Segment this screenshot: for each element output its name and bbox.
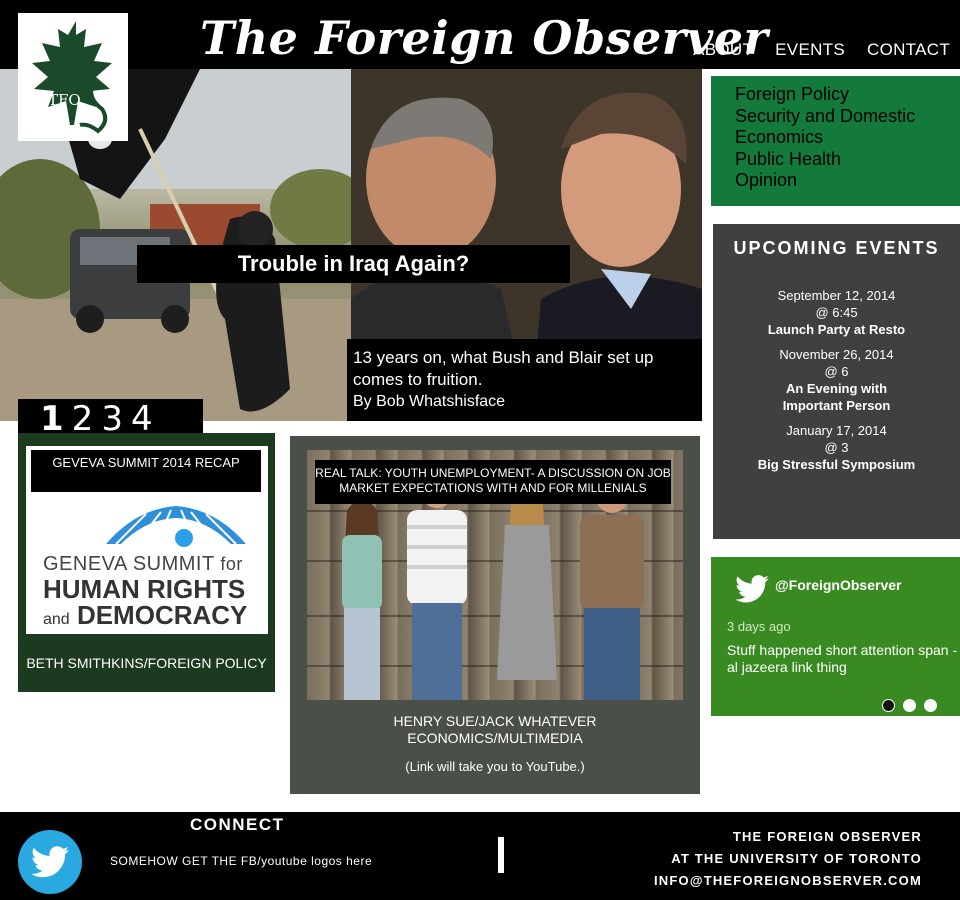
footer-org-name: THE FOREIGN OBSERVER: [732, 829, 922, 844]
event-date: January 17, 2014: [786, 423, 887, 438]
youth-unemployment-image[interactable]: REAL TALK: YOUTH UNEMPLOYMENT- A DISCUSS…: [307, 450, 683, 700]
events-heading: UPCOMING EVENTS: [733, 238, 940, 258]
carousel-dot-1[interactable]: [882, 699, 895, 712]
youth-card-section: ECONOMICS/MULTIMEDIA: [407, 730, 583, 746]
event-title: An Evening with Important Person: [782, 381, 891, 413]
event-time: @ 6:45: [815, 305, 858, 320]
tweet-timestamp: 3 days ago: [727, 619, 791, 634]
youth-card-title[interactable]: REAL TALK: YOUTH UNEMPLOYMENT- A DISCUSS…: [315, 460, 671, 504]
leaf-logo-icon: TFO: [32, 21, 112, 134]
hero-caption-text: 13 years on, what Bush and Blair set up …: [353, 348, 654, 389]
site-header: The Foreign Observer ABOUT EVENTS CONTAC…: [0, 0, 960, 69]
youth-card-authors: HENRY SUE/JACK WHATEVER: [393, 713, 597, 729]
event-title: Launch Party at Resto: [767, 322, 906, 337]
category-security-domestic[interactable]: Security and Domestic: [735, 106, 960, 128]
hero-caption: 13 years on, what Bush and Blair set up …: [347, 339, 702, 421]
main-nav: ABOUT EVENTS CONTACT: [693, 40, 950, 60]
geneva-line3-prefix: and: [43, 611, 70, 628]
logo-text: TFO: [48, 91, 81, 109]
category-menu: Foreign Policy Security and Domestic Eco…: [711, 76, 960, 206]
geneva-card-title[interactable]: GEVEVA SUMMIT 2014 RECAP: [31, 450, 261, 492]
person-2: [407, 476, 467, 700]
youth-unemployment-card[interactable]: REAL TALK: YOUTH UNEMPLOYMENT- A DISCUSS…: [290, 436, 700, 794]
category-opinion[interactable]: Opinion: [735, 170, 960, 192]
event-item[interactable]: November 26, 2014 @ 6 An Evening with Im…: [713, 346, 960, 414]
event-time: @ 6: [824, 364, 849, 379]
footer-email-link[interactable]: INFO@THEFOREIGNOBSERVER.COM: [654, 870, 922, 892]
event-item[interactable]: January 17, 2014 @ 3 Big Stressful Sympo…: [713, 422, 960, 473]
person-3: [497, 489, 557, 680]
geneva-card-credit: BETH SMITHKINS/FOREIGN POLICY: [26, 655, 267, 671]
twitter-widget: @ForeignObserver 3 days ago Stuff happen…: [711, 557, 960, 716]
geneva-logo-graphic: [106, 506, 246, 547]
twitter-handle[interactable]: @ForeignObserver: [775, 577, 901, 593]
event-date: November 26, 2014: [779, 347, 894, 362]
person-4: [580, 481, 644, 700]
nav-about[interactable]: ABOUT: [693, 40, 753, 60]
footer-social-note: SOMEHOW GET THE FB/youtube logos here: [110, 854, 373, 868]
twitter-bird-icon: [31, 846, 69, 878]
youth-card-note: (Link will take you to YouTube.): [405, 759, 585, 774]
nav-contact[interactable]: CONTACT: [867, 40, 950, 60]
geneva-line2: HUMAN RIGHTS: [43, 574, 246, 604]
site-title[interactable]: The Foreign Observer: [200, 8, 768, 68]
twitter-bird-icon: [735, 575, 769, 603]
category-public-health[interactable]: Public Health: [735, 149, 960, 171]
hero-byline: By Bob Whatshisface: [353, 393, 506, 410]
event-title: Big Stressful Symposium: [757, 457, 916, 472]
geneva-summit-card[interactable]: GENEVA SUMMIT for HUMAN RIGHTS and DEMOC…: [18, 433, 275, 692]
person-1: [342, 500, 382, 700]
hero-title[interactable]: Trouble in Iraq Again?: [137, 245, 570, 283]
hero-title-box: Trouble in Iraq Again?: [137, 245, 570, 283]
geneva-line3: DEMOCRACY: [76, 600, 248, 630]
tweet-text[interactable]: Stuff happened short attention span - al…: [727, 642, 959, 676]
event-item[interactable]: September 12, 2014 @ 6:45 Launch Party a…: [713, 287, 960, 338]
tfo-logo[interactable]: TFO: [18, 13, 128, 141]
geneva-line1-suffix: for: [220, 554, 243, 574]
footer-university: AT THE UNIVERSITY OF TORONTO: [671, 851, 922, 866]
site-footer: CONNECT SOMEHOW GET THE FB/youtube logos…: [0, 812, 960, 900]
event-time: @ 3: [824, 440, 849, 455]
footer-connect-heading: CONNECT: [190, 815, 285, 834]
category-economics[interactable]: Economics: [735, 127, 960, 149]
carousel-dot-3[interactable]: [924, 699, 937, 712]
nav-events[interactable]: EVENTS: [775, 40, 845, 60]
youth-card-credit: HENRY SUE/JACK WHATEVER ECONOMICS/MULTIM…: [290, 713, 700, 747]
footer-divider: [498, 837, 504, 873]
footer-contact-info: THE FOREIGN OBSERVER AT THE UNIVERSITY O…: [654, 826, 922, 892]
geneva-text: GENEVA SUMMIT for HUMAN RIGHTS and DEMOC…: [43, 554, 247, 628]
category-foreign-policy[interactable]: Foreign Policy: [735, 84, 960, 106]
tweet-carousel-dots: [882, 699, 937, 712]
carousel-dot-2[interactable]: [903, 699, 916, 712]
geneva-line1: GENEVA SUMMIT: [43, 553, 215, 575]
upcoming-events-panel: UPCOMING EVENTS September 12, 2014 @ 6:4…: [713, 224, 960, 539]
event-date: September 12, 2014: [777, 288, 896, 303]
footer-twitter-button[interactable]: [18, 830, 82, 894]
